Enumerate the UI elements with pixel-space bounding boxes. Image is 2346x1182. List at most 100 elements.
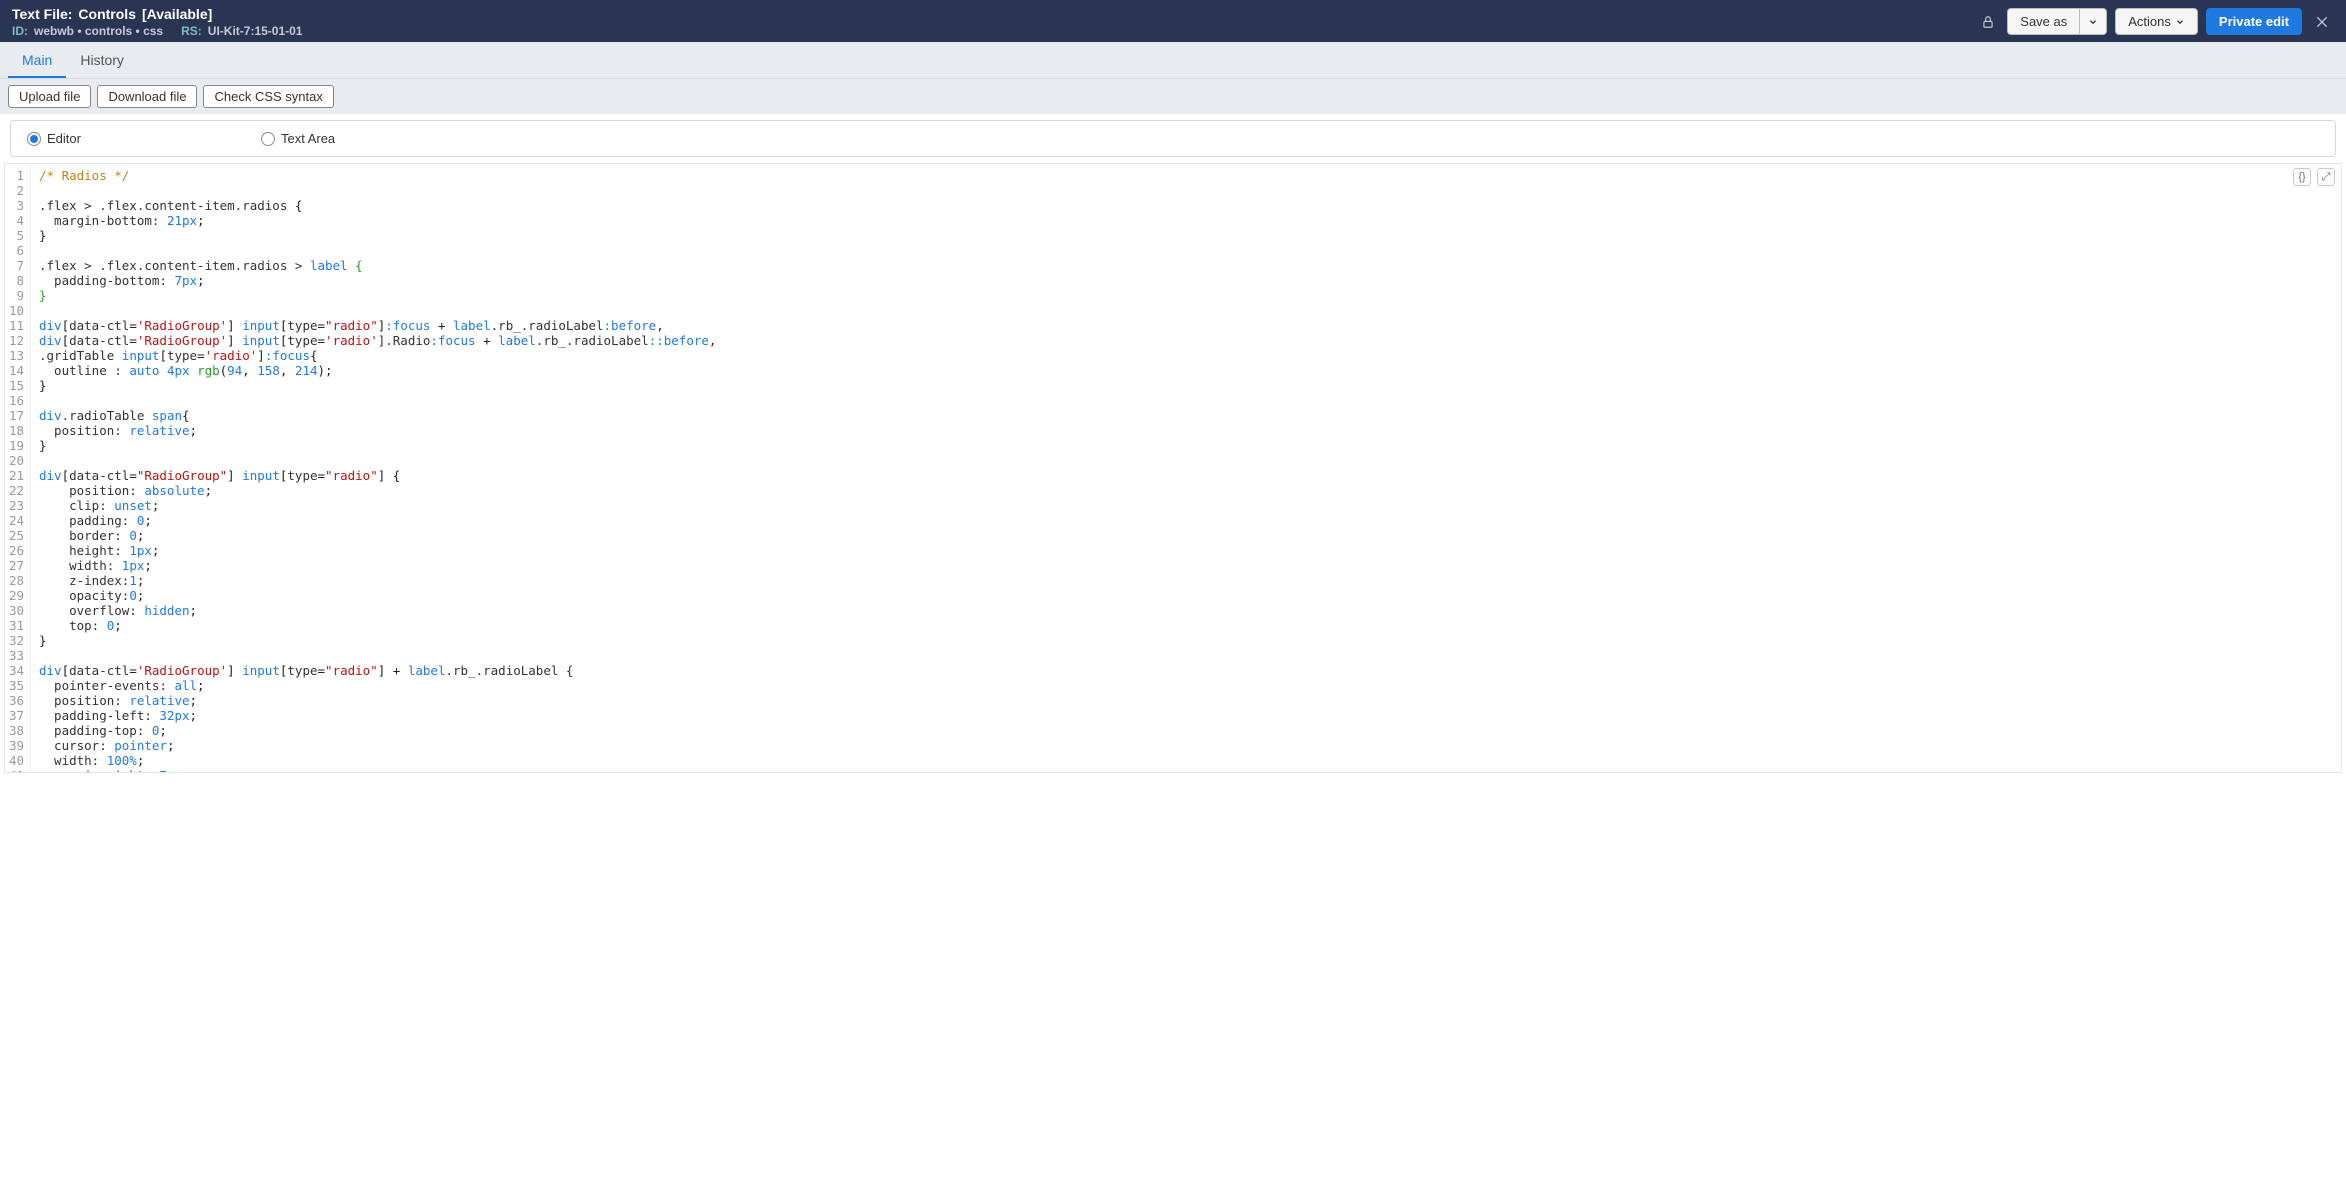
code-line[interactable]: height: 1px; [39,543,2333,558]
line-number: 28 [9,573,24,588]
code-line[interactable]: position: relative; [39,693,2333,708]
code-line[interactable]: top: 0; [39,618,2333,633]
code-line[interactable] [39,393,2333,408]
upload-file-button[interactable]: Upload file [8,85,91,108]
editor-controls: {} ⤢ [2293,168,2335,186]
code-line[interactable]: margin-right: 7px; [39,768,2333,772]
line-number: 24 [9,513,24,528]
code-line[interactable]: z-index:1; [39,573,2333,588]
line-number: 15 [9,378,24,393]
code-line[interactable]: /* Radios */ [39,168,2333,183]
code-line[interactable]: } [39,633,2333,648]
code-line[interactable]: div[data-ctl='RadioGroup'] input[type='r… [39,333,2333,348]
code-line[interactable]: div.radioTable span{ [39,408,2333,423]
code-line[interactable]: .gridTable input[type='radio']:focus{ [39,348,2333,363]
code-line[interactable]: } [39,378,2333,393]
code-line[interactable]: } [39,438,2333,453]
line-number: 6 [9,243,24,258]
code-line[interactable]: width: 100%; [39,753,2333,768]
tab-history[interactable]: History [66,42,138,78]
radio-editor-label: Editor [47,131,81,146]
line-number: 4 [9,213,24,228]
code-line[interactable]: outline : auto 4px rgb(94, 158, 214); [39,363,2333,378]
radio-dot-icon [261,132,275,146]
id-value: webwb • controls • css [34,24,163,38]
id-label: ID: [12,24,28,38]
code-line[interactable] [39,453,2333,468]
line-number: 36 [9,693,24,708]
line-number: 41 [9,768,24,772]
line-number: 27 [9,558,24,573]
actions-button[interactable]: Actions [2115,8,2198,35]
line-number: 26 [9,543,24,558]
line-number: 40 [9,753,24,768]
code-line[interactable]: div[data-ctl="RadioGroup"] input[type="r… [39,468,2333,483]
header-right: Save as Actions Private edit [1977,6,2334,35]
line-number: 18 [9,423,24,438]
code-line[interactable]: clip: unset; [39,498,2333,513]
header-bar: Text File: Controls [Available] ID: webw… [0,0,2346,42]
code-line[interactable]: padding-bottom: 7px; [39,273,2333,288]
check-css-button[interactable]: Check CSS syntax [203,85,333,108]
code-line[interactable]: position: absolute; [39,483,2333,498]
line-number: 8 [9,273,24,288]
code-line[interactable] [39,648,2333,663]
radio-editor[interactable]: Editor [27,131,81,146]
code-line[interactable]: .flex > .flex.content-item.radios > labe… [39,258,2333,273]
line-number: 22 [9,483,24,498]
code-line[interactable]: padding-left: 32px; [39,708,2333,723]
code-line[interactable]: border: 0; [39,528,2333,543]
tab-main[interactable]: Main [8,42,66,78]
line-number: 35 [9,678,24,693]
code-line[interactable]: .flex > .flex.content-item.radios { [39,198,2333,213]
close-icon[interactable] [2310,10,2334,34]
line-number: 7 [9,258,24,273]
line-number: 17 [9,408,24,423]
line-number: 19 [9,438,24,453]
download-file-button[interactable]: Download file [97,85,197,108]
line-number: 20 [9,453,24,468]
braces-icon[interactable]: {} [2293,168,2311,186]
code-line[interactable]: overflow: hidden; [39,603,2333,618]
fullscreen-icon[interactable]: ⤢ [2317,168,2335,186]
line-number: 2 [9,183,24,198]
save-as-dropdown[interactable] [2079,8,2107,35]
line-number: 3 [9,198,24,213]
line-number: 21 [9,468,24,483]
line-number: 1 [9,168,24,183]
code-line[interactable]: opacity:0; [39,588,2333,603]
save-as-button[interactable]: Save as [2007,8,2079,35]
code-line[interactable]: width: 1px; [39,558,2333,573]
code-line[interactable]: position: relative; [39,423,2333,438]
code-line[interactable]: cursor: pointer; [39,738,2333,753]
radio-textarea[interactable]: Text Area [261,131,335,146]
code-line[interactable] [39,303,2333,318]
code-line[interactable]: margin-bottom: 21px; [39,213,2333,228]
line-gutter: 1234567891011121314151617181920212223242… [5,164,31,772]
line-number: 14 [9,363,24,378]
code-line[interactable]: div[data-ctl='RadioGroup'] input[type="r… [39,663,2333,678]
code-line[interactable]: div[data-ctl='RadioGroup'] input[type="r… [39,318,2333,333]
line-number: 32 [9,633,24,648]
meta-row: ID: webwb • controls • css RS: UI-Kit-7:… [12,24,302,38]
private-edit-button[interactable]: Private edit [2206,8,2302,35]
chevron-down-icon [2088,17,2098,27]
toolbar: Upload file Download file Check CSS synt… [0,79,2346,114]
code-line[interactable]: padding: 0; [39,513,2333,528]
header-left: Text File: Controls [Available] ID: webw… [12,6,302,38]
line-number: 33 [9,648,24,663]
code-line[interactable]: } [39,288,2333,303]
code-body[interactable]: /* Radios */ .flex > .flex.content-item.… [31,164,2341,772]
code-line[interactable]: } [39,228,2333,243]
code-line[interactable]: padding-top: 0; [39,723,2333,738]
code-area[interactable]: 1234567891011121314151617181920212223242… [5,164,2341,772]
title-status: [Available] [142,6,212,22]
code-line[interactable]: pointer-events: all; [39,678,2333,693]
line-number: 37 [9,708,24,723]
code-line[interactable] [39,183,2333,198]
lock-icon[interactable] [1977,11,1999,33]
code-line[interactable] [39,243,2333,258]
line-number: 5 [9,228,24,243]
save-as-group: Save as [2007,8,2107,35]
tabs-bar: Main History [0,42,2346,79]
